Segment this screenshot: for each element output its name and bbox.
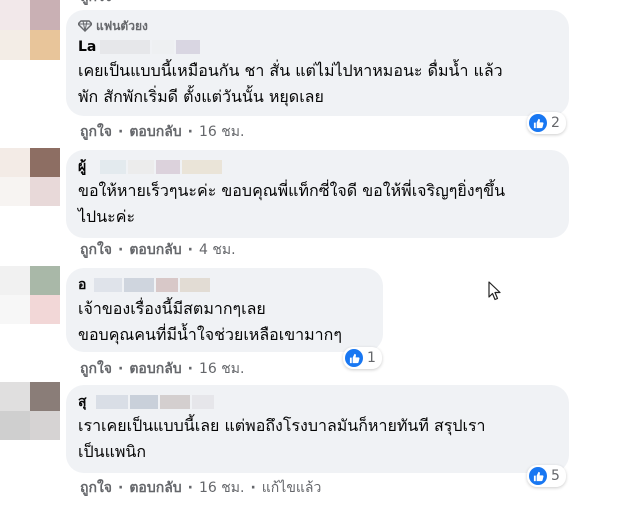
like-link[interactable]: ถูกใจ xyxy=(80,0,112,6)
timestamp[interactable]: 16 ชม. xyxy=(199,479,244,497)
reaction-count[interactable]: 1 xyxy=(343,347,382,369)
mouse-cursor-icon xyxy=(488,281,501,301)
reaction-number: 5 xyxy=(551,468,560,484)
avatar[interactable] xyxy=(0,0,60,60)
reaction-count[interactable]: 2 xyxy=(527,112,566,134)
commenter-name[interactable]: ผู้ xyxy=(78,158,557,178)
reaction-count[interactable]: 5 xyxy=(527,465,566,487)
redacted-name xyxy=(94,278,210,292)
redacted-name xyxy=(96,395,214,409)
timestamp[interactable]: 16 ชม. xyxy=(199,360,244,378)
diamond-icon xyxy=(78,20,92,32)
reply-link[interactable]: ตอบกลับ xyxy=(129,123,181,141)
thumbs-up-icon xyxy=(529,467,547,485)
thumbs-up-icon xyxy=(345,349,363,367)
thumbs-up-icon xyxy=(529,114,547,132)
like-link[interactable]: ถูกใจ xyxy=(80,241,112,259)
comment-text: เจ้าของเรื่องนี้มีสตมากๆเลย ขอบคุณคนที่ม… xyxy=(78,299,342,344)
reaction-number: 2 xyxy=(551,115,560,131)
reply-link[interactable]: ตอบกลับ xyxy=(129,479,181,497)
commenter-name[interactable]: สุ xyxy=(78,393,557,413)
redacted-name xyxy=(100,40,200,54)
like-link[interactable]: ถูกใจ xyxy=(80,360,112,378)
timestamp[interactable]: 16 ชม. xyxy=(199,123,244,141)
fan-badge: แฟนตัวยง xyxy=(78,18,557,34)
redacted-name xyxy=(100,160,222,174)
avatar[interactable] xyxy=(0,382,60,440)
commenter-name[interactable]: อ xyxy=(78,276,371,296)
comment-text: เราเคยเป็นแบบนี้เลย แต่พอถึงโรงบาลมันก็ห… xyxy=(78,416,486,461)
comment-actions: ถูกใจ · ตอบกลับ · 16 ชม. xyxy=(80,360,245,378)
comment-bubble: แฟนตัวยง La เคยเป็นแบบนี้เหมือนกัน ชา สั… xyxy=(66,10,569,116)
badge-label: แฟนตัวยง xyxy=(96,19,148,33)
comment-bubble: สุ เราเคยเป็นแบบนี้เลย แต่พอถึงโรงบาลมัน… xyxy=(66,385,569,473)
timestamp[interactable]: 4 ชม. xyxy=(199,241,236,259)
like-link[interactable]: ถูกใจ xyxy=(80,479,112,497)
comment-bubble: ผู้ ขอให้หายเร็วๆนะค่ะ ขอบคุณพี่แท็กซี่ใ… xyxy=(66,150,569,238)
reply-link[interactable]: ตอบกลับ xyxy=(129,360,181,378)
previous-comment-actions: ถูกใจ xyxy=(80,0,112,6)
like-link[interactable]: ถูกใจ xyxy=(80,123,112,141)
comment-text: เคยเป็นแบบนี้เหมือนกัน ชา สั่น แต่ไม่ไปห… xyxy=(78,61,503,106)
commenter-name[interactable]: La xyxy=(78,38,557,58)
comment-actions: ถูกใจ · ตอบกลับ · 16 ชม. xyxy=(80,123,245,141)
comment-text: ขอให้หายเร็วๆนะค่ะ ขอบคุณพี่แท็กซี่ใจดี … xyxy=(78,181,506,226)
avatar[interactable] xyxy=(0,266,60,324)
comment-bubble: อ เจ้าของเรื่องนี้มีสตมากๆเลย ขอบคุณคนที… xyxy=(66,268,383,352)
reaction-number: 1 xyxy=(367,350,376,366)
reply-link[interactable]: ตอบกลับ xyxy=(129,241,181,259)
comment-actions: ถูกใจ · ตอบกลับ · 4 ชม. xyxy=(80,241,236,259)
comment-actions: ถูกใจ · ตอบกลับ · 16 ชม. · แก้ไขแล้ว xyxy=(80,479,322,497)
edited-label[interactable]: แก้ไขแล้ว xyxy=(262,479,322,497)
avatar[interactable] xyxy=(0,148,60,206)
